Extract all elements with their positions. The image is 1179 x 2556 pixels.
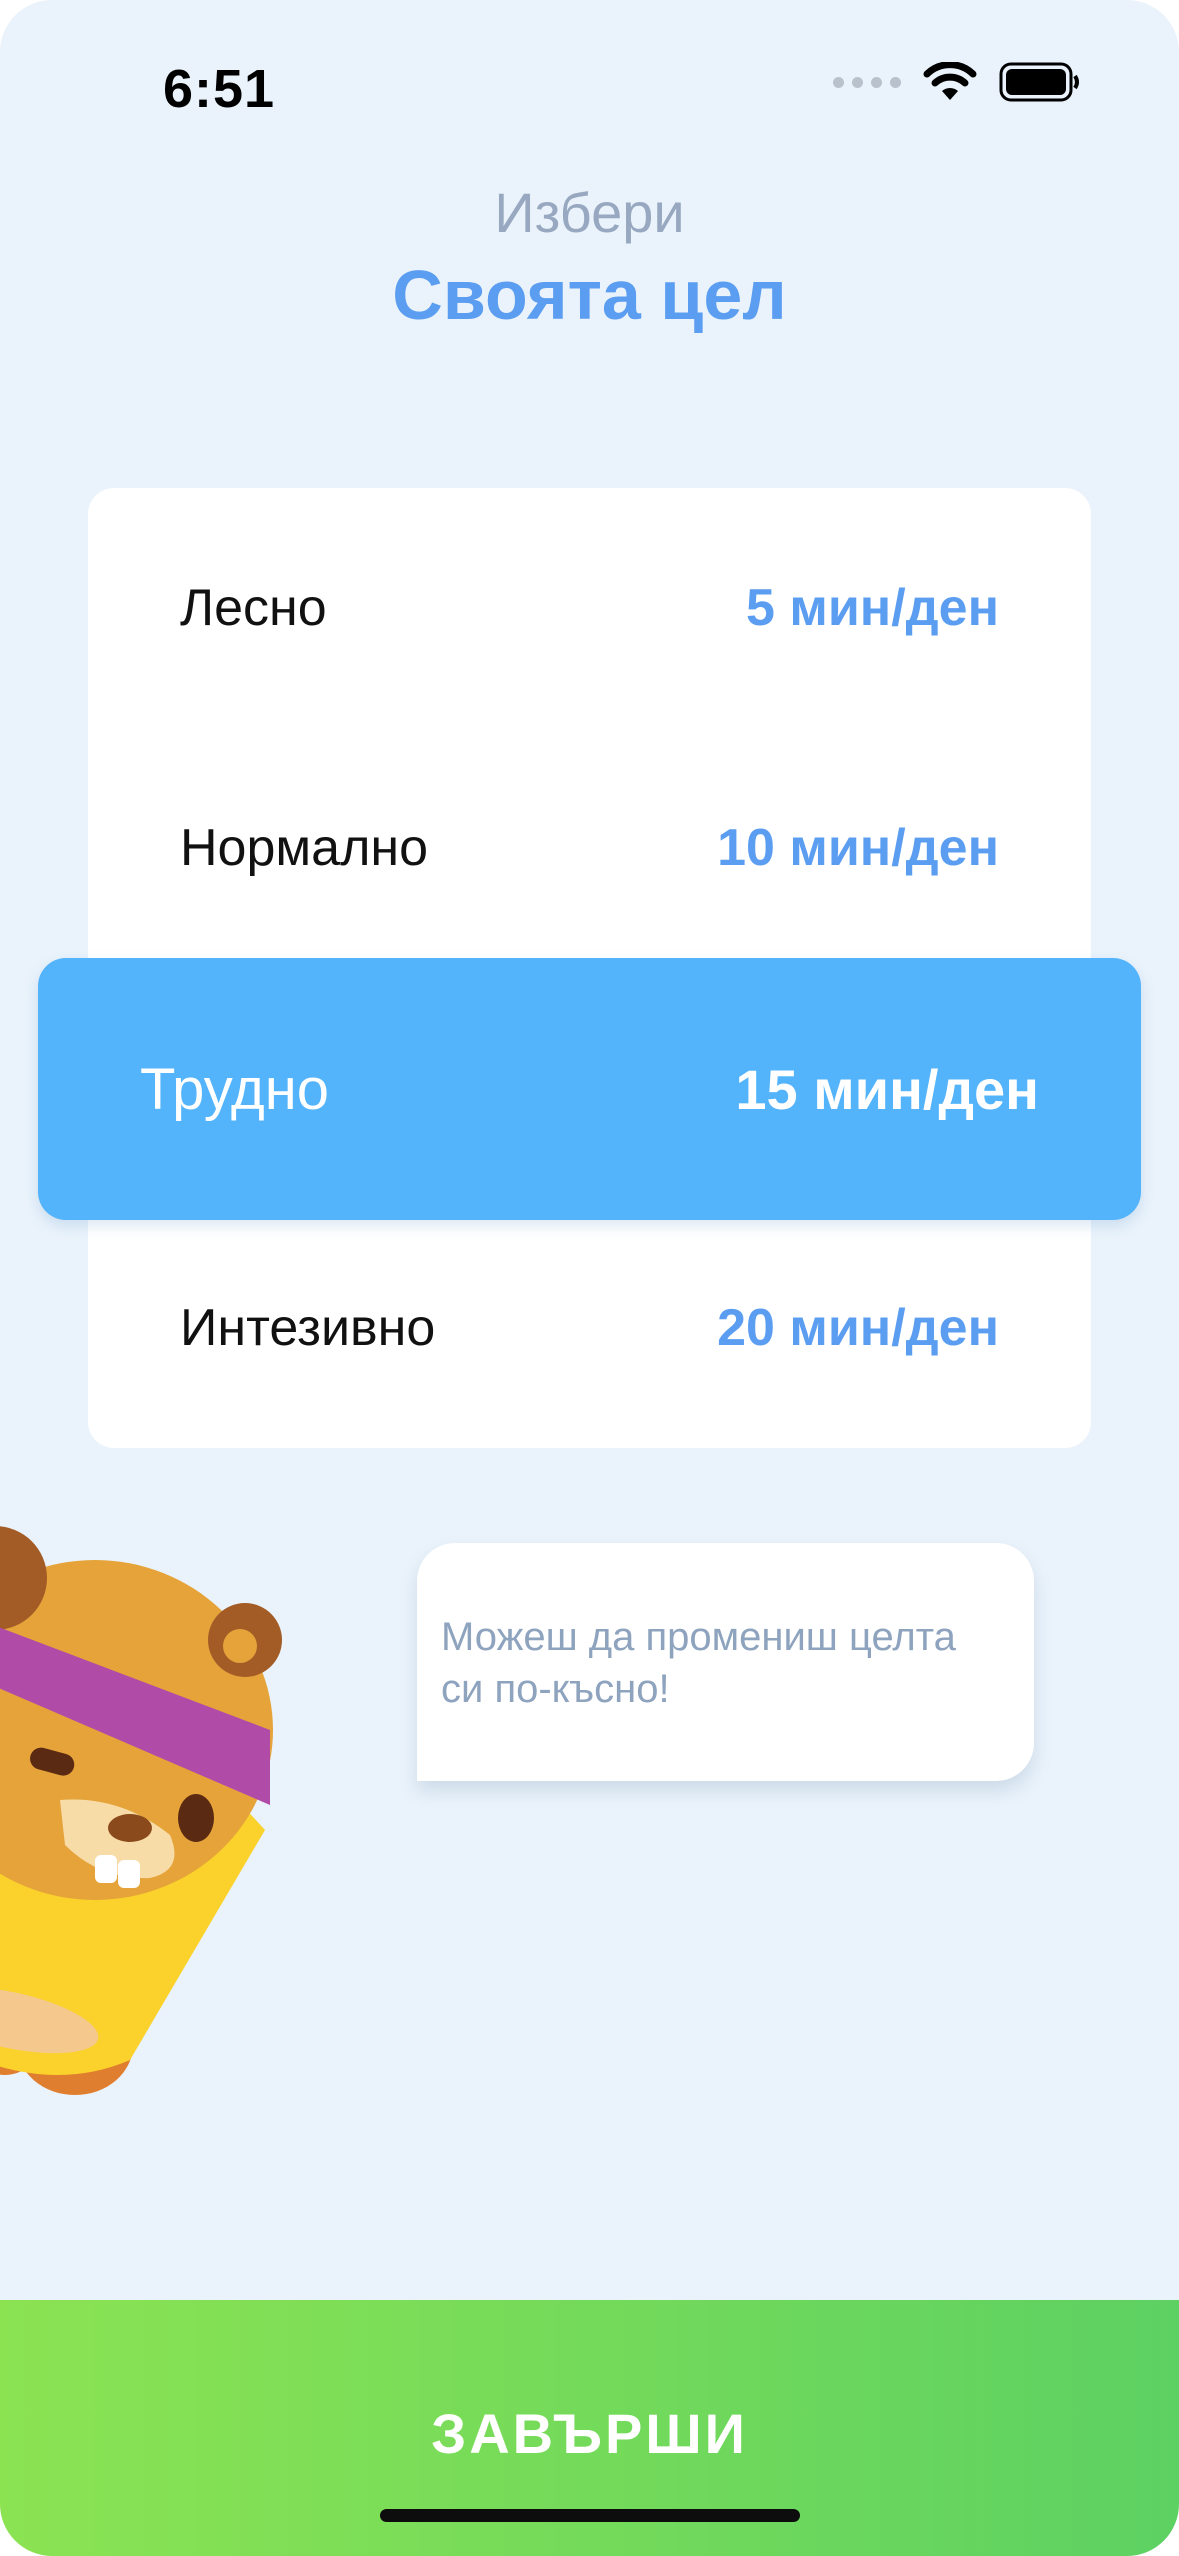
screen: 6:51 Избери Своята цел Лесно 5 мин/ден Н… bbox=[0, 0, 1179, 2556]
status-time: 6:51 bbox=[163, 59, 276, 119]
goal-option-easy[interactable]: Лесно 5 мин/ден bbox=[88, 488, 1091, 728]
finish-button-label: ЗАВЪРШИ bbox=[431, 2402, 748, 2465]
goal-option-intensive[interactable]: Интезивно 20 мин/ден bbox=[88, 1208, 1091, 1448]
beaver-mascot-illustration bbox=[0, 1526, 282, 2095]
goal-duration: 10 мин/ден bbox=[717, 819, 999, 877]
header-subtitle: Избери bbox=[494, 181, 685, 244]
goal-label: Трудно bbox=[140, 1056, 329, 1122]
goal-duration: 5 мин/ден bbox=[746, 579, 999, 637]
goal-label: Лесно bbox=[180, 579, 327, 637]
home-indicator bbox=[380, 2509, 800, 2522]
battery-icon bbox=[999, 62, 1079, 102]
goal-duration: 20 мин/ден bbox=[717, 1299, 999, 1357]
goal-label: Интезивно bbox=[180, 1299, 436, 1357]
page-title: Своята цел bbox=[392, 256, 787, 334]
status-icons bbox=[833, 62, 1081, 102]
hint-speech-bubble: Можеш да промениш целта си по-късно! bbox=[417, 1543, 1034, 1781]
cellular-signal-icon bbox=[833, 76, 901, 88]
goal-duration: 15 мин/ден bbox=[735, 1057, 1039, 1121]
goal-option-normal[interactable]: Нормално 10 мин/ден bbox=[88, 728, 1091, 968]
wifi-icon bbox=[923, 62, 977, 100]
goal-option-hard-selected[interactable]: Трудно 15 мин/ден bbox=[38, 958, 1141, 1220]
goal-label: Нормално bbox=[180, 819, 429, 877]
